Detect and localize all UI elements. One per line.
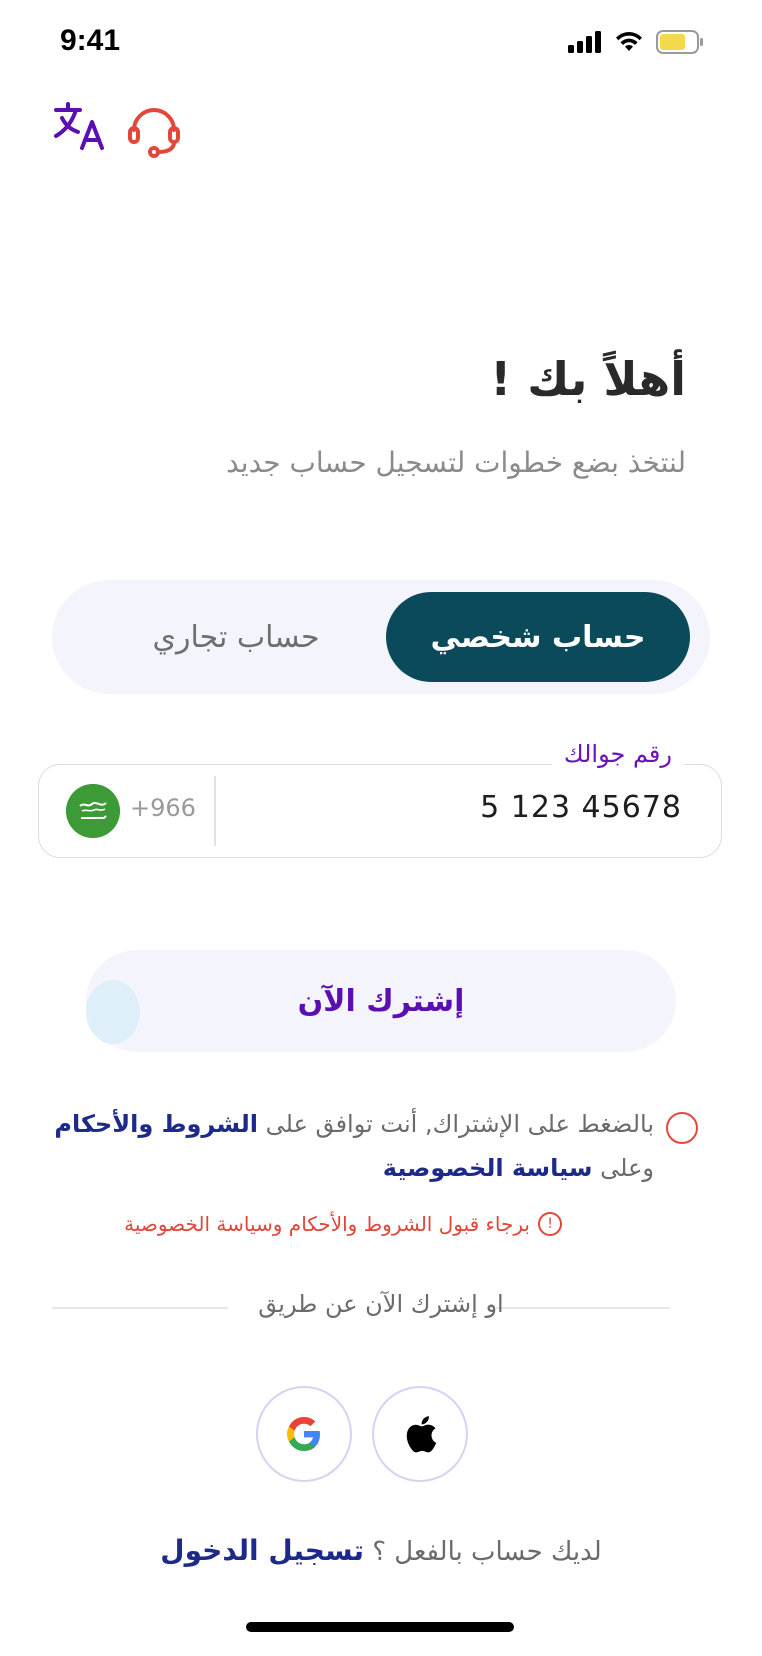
terms-text-line1: بالضغط على الإشتراك, أنت توافق على الشرو… (54, 1110, 654, 1138)
login-prompt: لديك حساب بالفعل ؟ تسجيل الدخول (0, 1534, 762, 1567)
welcome-title: أهلاً بك ! (490, 352, 686, 406)
welcome-subtitle: لنتخذ بضع خطوات لتسجيل حساب جديد (226, 446, 686, 479)
terms-text-line2: وعلى سياسة الخصوصية (383, 1154, 654, 1182)
error-icon: ! (538, 1212, 562, 1236)
privacy-link[interactable]: سياسة الخصوصية (383, 1154, 593, 1182)
button-ripple (86, 980, 140, 1044)
status-icons (568, 30, 704, 54)
saudi-flag-icon[interactable] (66, 784, 120, 838)
apple-icon (406, 1416, 437, 1453)
business-account-tab[interactable]: حساب تجاري (120, 592, 352, 682)
login-link[interactable]: تسجيل الدخول (160, 1534, 364, 1567)
error-text: برجاء قبول الشروط والأحكام وسياسة الخصوص… (124, 1212, 530, 1236)
terms-error: ! برجاء قبول الشروط والأحكام وسياسة الخص… (124, 1212, 562, 1236)
google-icon (287, 1417, 320, 1451)
headset-icon[interactable] (124, 100, 184, 160)
battery-icon (656, 30, 703, 54)
privacy-prefix: وعلى (592, 1154, 654, 1182)
home-indicator (246, 1622, 514, 1632)
translate-icon[interactable] (52, 100, 112, 160)
personal-account-tab[interactable]: حساب شخصي (386, 592, 690, 682)
terms-checkbox[interactable] (666, 1112, 698, 1144)
apple-button[interactable] (372, 1386, 468, 1482)
google-button[interactable] (256, 1386, 352, 1482)
divider-text: او إشترك الآن عن طريق (258, 1290, 504, 1318)
cellular-signal-icon (568, 31, 601, 53)
country-code[interactable]: +966 (130, 794, 196, 822)
status-time: 9:41 (60, 24, 121, 57)
phone-input[interactable]: 5 123 45678 (480, 790, 682, 825)
phone-divider (214, 776, 216, 846)
terms-prefix: بالضغط على الإشتراك, أنت توافق على (258, 1110, 654, 1138)
wifi-icon (616, 32, 642, 51)
phone-label: رقم جوالك (551, 740, 684, 768)
terms-link[interactable]: الشروط والأحكام (54, 1110, 258, 1138)
subscribe-button[interactable]: إشترك الآن (86, 950, 676, 1052)
login-prompt-text: لديك حساب بالفعل ؟ (363, 1537, 602, 1567)
